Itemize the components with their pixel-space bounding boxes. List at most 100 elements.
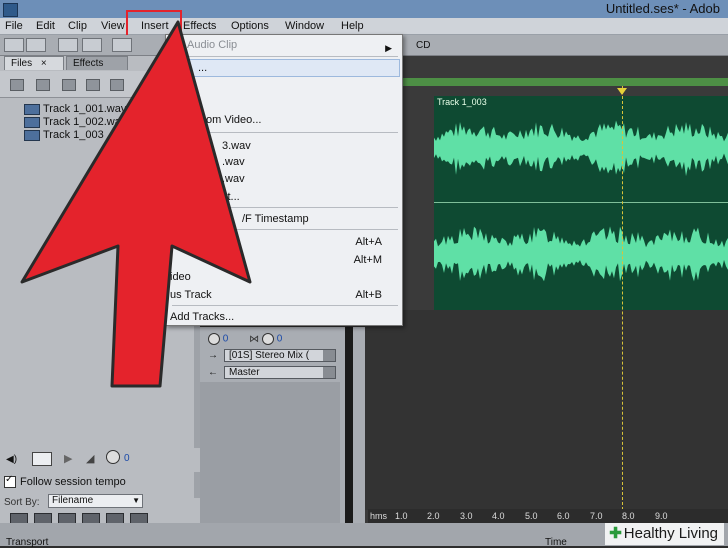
volume-knob[interactable] [106,450,120,464]
menu-item-file-list[interactable]: st... [166,188,402,206]
timeline-ruler-bar[interactable] [403,78,728,86]
tab-time[interactable]: Time [545,537,567,548]
menu-help[interactable]: Help [341,18,364,34]
time-selection-tool-button[interactable] [112,38,132,52]
volume-pan-row: 0 ⋈ 0 [208,333,282,345]
title-bar: Untitled.ses* - Adob [0,0,728,18]
app-icon [3,3,18,17]
time-ruler[interactable]: hms 1.0 2.0 3.0 4.0 5.0 6.0 7.0 8.0 9.0 [368,509,728,523]
track-mixer-strip: 0 ⋈ 0 → [01S] Stereo Mix ( ← Master [200,327,365,538]
playhead[interactable] [622,86,623,510]
menu-item-recent-file[interactable]: .wav [166,170,402,188]
time-tick: 7.0 [590,511,603,521]
menu-separator [172,207,398,208]
close-file-icon[interactable] [36,79,50,91]
play-file-icon[interactable] [110,79,124,91]
menu-view[interactable]: View [101,18,125,34]
file-preview-controls: ◀) ▶ ◢ 0 [0,448,200,472]
tab-transport[interactable]: Transport [6,537,48,548]
chevron-right-icon[interactable] [323,367,335,378]
time-tick: 8.0 [622,511,635,521]
chevron-right-icon[interactable] [323,350,335,361]
volume-icon: ◢ [86,453,95,465]
wave-file-icon [24,129,40,141]
time-tick: 6.0 [557,511,570,521]
wave-file-icon [24,116,40,128]
menu-item-midi-track[interactable]: Alt+M [166,251,402,269]
submenu-arrow-icon: ▶ [385,43,392,53]
scrub-tool-button[interactable] [82,38,102,52]
menu-separator [172,132,398,133]
level-meter [345,327,353,538]
menu-file[interactable]: File [5,18,23,34]
menu-item-midi[interactable] [166,81,402,99]
menu-item-bus-track[interactable]: us Track Alt+B [166,286,402,304]
move-tool-button[interactable] [58,38,78,52]
menu-window[interactable]: Window [285,18,324,34]
heart-logo-icon: ✚ [609,525,622,542]
time-tick: 1.0 [395,511,408,521]
import-file-icon[interactable] [10,79,24,91]
sort-by-label: Sort By: [4,497,40,508]
window-title: Untitled.ses* - Adob [605,1,720,16]
speaker-icon[interactable]: ◀) [6,454,17,465]
menu-edit[interactable]: Edit [36,18,55,34]
waveform-left-channel [434,120,728,177]
volume-value: 0 [222,333,229,345]
menu-item-audio-from-video[interactable]: om Video... [166,111,402,129]
watermark: ✚ Healthy Living [605,523,724,545]
insert-into-multitrack-icon[interactable] [62,79,76,91]
insert-menu-dropdown: ty Audio Clip ▶ ... om Video... 3.wav .w… [165,34,403,326]
menu-clip[interactable]: Clip [68,18,87,34]
file-item[interactable]: Track 1_003 [24,129,104,142]
menu-item-audio-track[interactable]: Alt+A [166,233,402,251]
menu-item-audio[interactable]: ... [166,59,402,77]
menu-item-video-track[interactable]: ideo [166,268,402,286]
select-tool-button[interactable] [26,38,46,52]
empty-track-area [365,310,728,510]
bus-select[interactable]: Master [224,366,336,379]
clip-label: Track 1_003 [437,97,487,107]
file-item[interactable]: Track 1_001.wav [24,103,126,116]
menu-item-empty-audio-clip[interactable]: ty Audio Clip ▶ [166,36,402,54]
tab-effects[interactable]: Effects [66,56,128,70]
close-icon[interactable]: × [41,58,47,69]
follow-tempo-checkbox[interactable] [4,474,16,489]
menu-item-add-tracks[interactable]: Add Tracks... [166,308,402,326]
time-tick: hms [370,511,388,521]
channel-divider [434,202,728,203]
time-tick: 9.0 [655,511,668,521]
waveform-right-channel [434,226,728,282]
time-tick: 3.0 [460,511,473,521]
output-select[interactable]: [01S] Stereo Mix ( [224,349,336,362]
menu-item-recent-file[interactable]: .wav [166,153,402,171]
menu-bar: File Edit Clip View Insert Effects Optio… [0,18,728,35]
menu-item-bwf-timestamp[interactable]: /F Timestamp [166,210,402,228]
bus-arrow-icon: ← [208,367,218,378]
playhead-marker[interactable] [617,88,627,95]
pan-icon: ⋈ [249,333,260,345]
output-arrow-icon: → [208,350,218,361]
volume-knob[interactable] [208,333,220,345]
mixer-body [200,382,340,532]
menu-effects[interactable]: Effects [183,18,216,34]
time-tick: 5.0 [525,511,538,521]
menu-separator [172,229,398,230]
edit-file-icon[interactable] [86,79,100,91]
cd-workspace-label[interactable]: CD [416,40,430,51]
tab-files-label: Files [11,58,33,69]
chevron-down-icon: ▼ [132,496,140,505]
loop-button[interactable] [32,452,52,466]
menu-options[interactable]: Options [231,18,269,34]
tab-effects-label: Effects [73,58,104,69]
play-icon[interactable]: ▶ [64,452,72,465]
pan-knob[interactable] [261,333,274,345]
tab-files[interactable]: Files × [4,56,64,70]
pan-value: 0 [276,333,283,345]
hybrid-tool-button[interactable] [4,38,24,52]
menu-separator [172,56,398,57]
file-item[interactable]: Track 1_002.wav [24,116,126,129]
volume-value: 0 [124,453,130,464]
follow-tempo-row[interactable]: Follow session tempo [4,474,126,489]
sort-by-select[interactable]: Filename ▼ [48,494,143,508]
